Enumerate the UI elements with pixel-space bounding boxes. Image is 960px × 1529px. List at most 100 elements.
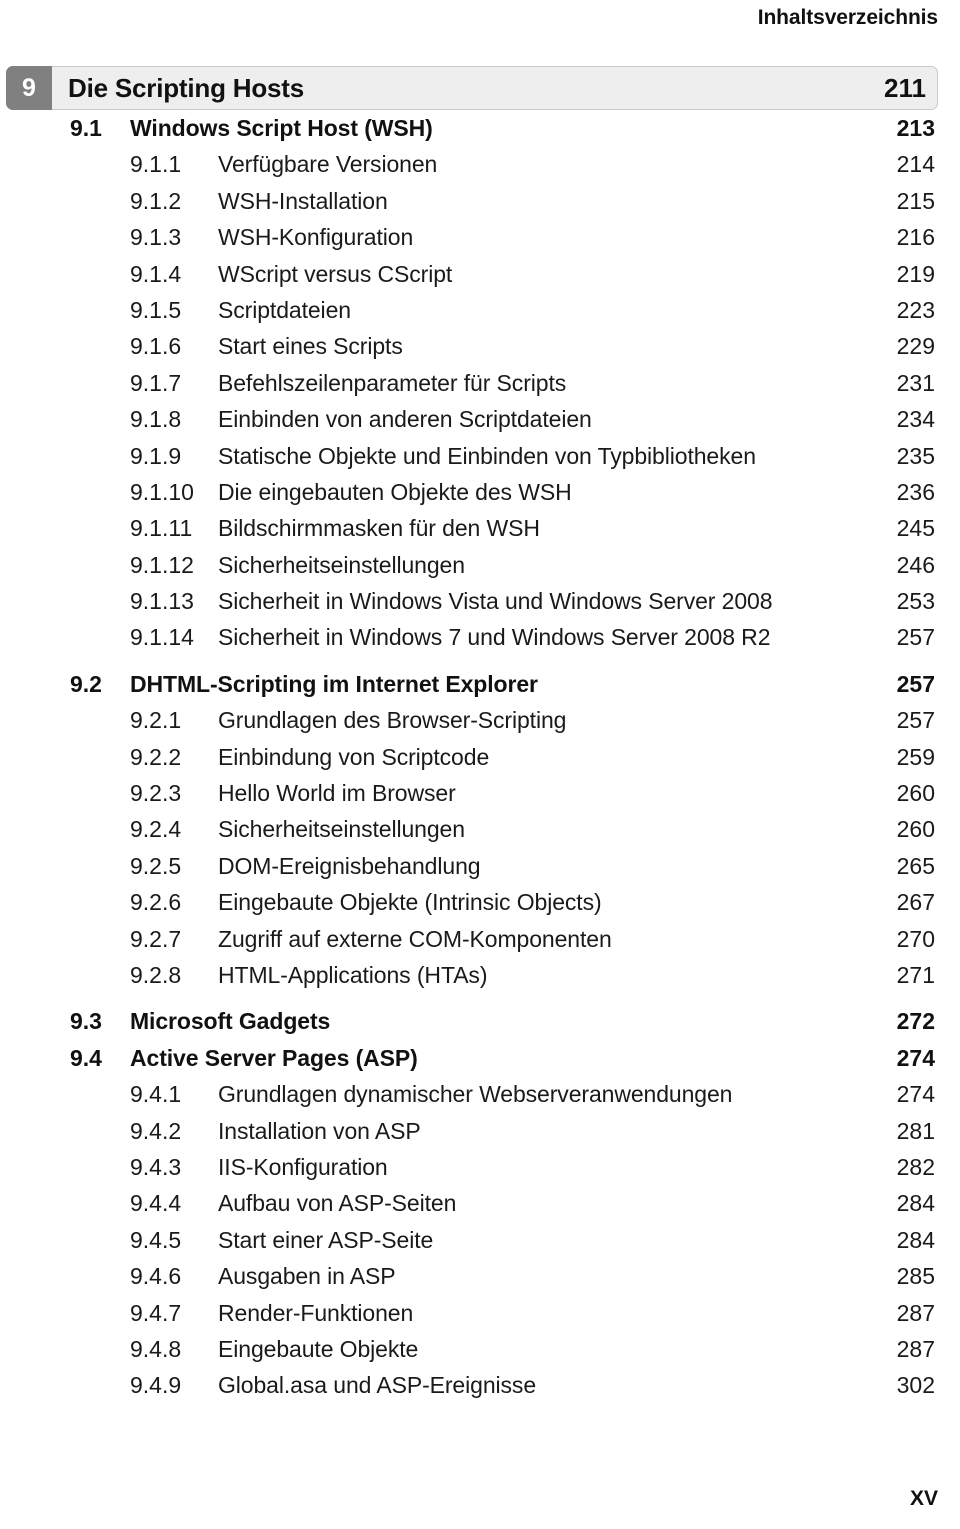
toc-entry[interactable]: 9.1.8 Einbinden von anderen Scriptdateien…	[0, 401, 960, 437]
toc-entry-title: IIS-Konfiguration	[218, 1153, 388, 1180]
toc-entry-title: WScript versus CScript	[218, 260, 453, 287]
toc-entry-title: Statische Objekte und Einbinden von Typb…	[218, 442, 756, 469]
toc-entry-number: 9.2	[70, 670, 102, 697]
toc-entry[interactable]: 9.4.1 Grundlagen dynamischer Webserveranw…	[0, 1076, 960, 1112]
toc-entry-page: 235	[896, 442, 935, 469]
toc-entry[interactable]: 9.2.3 Hello World im Browser 260	[0, 775, 960, 811]
toc-entry-number: 9.1.11	[130, 515, 193, 542]
toc-entry-page: 259	[896, 743, 935, 770]
toc-entry-number: 9.1.3	[130, 224, 182, 251]
toc-entry-title: Global.asa und ASP-Ereignisse	[218, 1372, 537, 1399]
toc-entry-page: 274	[896, 1044, 935, 1071]
toc-entry-number: 9.1.14	[130, 624, 194, 651]
toc-entry-title: Die eingebauten Objekte des WSH	[218, 478, 572, 505]
toc-entry[interactable]: 9.2.5 DOM-Ereignisbehandlung 265	[0, 848, 960, 884]
toc-entry-page: 282	[896, 1153, 935, 1180]
toc-entry-page: 257	[896, 624, 935, 651]
toc-entry-title: WSH-Installation	[218, 187, 388, 214]
toc-entry-page: 270	[896, 925, 935, 952]
toc-entry-number: 9.2.3	[130, 780, 182, 807]
toc-entry-title: Bildschirmmasken für den WSH	[218, 515, 540, 542]
toc-entry[interactable]: 9.4.4 Aufbau von ASP-Seiten 284	[0, 1185, 960, 1221]
toc-entry-number: 9.1.8	[130, 406, 182, 433]
toc-entry[interactable]: 9.4.8 Eingebaute Objekte 287	[0, 1331, 960, 1367]
toc-entry[interactable]: 9.1.6 Start eines Scripts 229	[0, 328, 960, 364]
toc-entry-title: Sicherheitseinstellungen	[218, 551, 465, 578]
toc-entry[interactable]: 9.4.5 Start einer ASP-Seite 284	[0, 1222, 960, 1258]
toc-entry-number: 9.2.8	[130, 961, 182, 988]
toc-entry[interactable]: 9.1.11 Bildschirmmasken für den WSH 245	[0, 510, 960, 546]
toc-entry-number: 9.1.7	[130, 369, 182, 396]
toc-entry-page: 231	[896, 369, 935, 396]
toc-entry[interactable]: 9.2.6 Eingebaute Objekte (Intrinsic Objec…	[0, 884, 960, 920]
toc-entry[interactable]: 9.2.4 Sicherheitseinstellungen 260	[0, 811, 960, 847]
toc-entry[interactable]: 9.1.3 WSH-Konfiguration 216	[0, 219, 960, 255]
toc-entry-title: Ausgaben in ASP	[218, 1263, 396, 1290]
chapter-page-number: 211	[884, 72, 926, 103]
toc-entry-title: Windows Script Host (WSH)	[130, 115, 433, 141]
toc-entry[interactable]: 9.1.1 Verfügbare Versionen 214	[0, 146, 960, 182]
toc-entry[interactable]: 9.1.7 Befehlszeilenparameter für Scripts 2…	[0, 365, 960, 401]
chapter-title: Die Scripting Hosts	[68, 72, 305, 103]
toc-entry-title: Grundlagen des Browser-Scripting	[218, 707, 567, 734]
running-head: Inhaltsverzeichnis	[757, 6, 938, 29]
toc-entry-title: Sicherheitseinstellungen	[218, 816, 465, 843]
toc-entry-title: HTML-Applications (HTAs)	[218, 961, 488, 988]
toc-entry-title: Zugriff auf externe COM-Komponenten	[218, 925, 612, 952]
toc-entry[interactable]: 9.1 Windows Script Host (WSH) 213	[0, 110, 960, 146]
toc-entry-page: 272	[896, 1008, 935, 1035]
toc-entry-number: 9.1.12	[130, 551, 194, 578]
toc-entry-page: 265	[896, 852, 935, 879]
toc-entry[interactable]: 9.1.10 Die eingebauten Objekte des WSH 236	[0, 474, 960, 510]
toc-entry[interactable]: 9.1.13 Sicherheit in Windows Vista und Wi…	[0, 583, 960, 619]
toc-entry-page: 223	[896, 296, 935, 323]
toc-entry[interactable]: 9.4.2 Installation von ASP 281	[0, 1113, 960, 1149]
toc-entry[interactable]: 9.2.2 Einbindung von Scriptcode 259	[0, 739, 960, 775]
toc-entry-number: 9.3	[70, 1008, 102, 1035]
toc-entry-page: 219	[896, 260, 935, 287]
toc-entry-number: 9.2.7	[130, 925, 182, 952]
toc-entry[interactable]: 9.2.8 HTML-Applications (HTAs) 271	[0, 957, 960, 993]
toc-entry-title: Eingebaute Objekte (Intrinsic Objects)	[218, 889, 602, 916]
toc-entry-page: 234	[896, 406, 935, 433]
toc-entry[interactable]: 9.4.7 Render-Funktionen 287	[0, 1295, 960, 1331]
toc-entry-number: 9.2.1	[130, 707, 182, 734]
toc-entry[interactable]: 9.3 Microsoft Gadgets 272	[0, 1003, 960, 1039]
toc-entry-number: 9.2.2	[130, 743, 182, 770]
toc-entry-page: 267	[896, 889, 935, 916]
toc-entry-page: 260	[896, 816, 935, 843]
toc-entry[interactable]: 9.1.4 WScript versus CScript 219	[0, 256, 960, 292]
toc-entry[interactable]: 9.1.5 Scriptdateien 223	[0, 292, 960, 328]
toc-entry[interactable]: 9.1.9 Statische Objekte und Einbinden von…	[0, 438, 960, 474]
toc-entry[interactable]: 9.1.12 Sicherheitseinstellungen 246	[0, 547, 960, 583]
toc-entry[interactable]: 9.4.3 IIS-Konfiguration 282	[0, 1149, 960, 1185]
toc-entry-title: Hello World im Browser	[218, 780, 456, 807]
toc-entry-page: 284	[896, 1190, 935, 1217]
toc-entry-page: 216	[896, 224, 935, 251]
toc-entry[interactable]: 9.2.1 Grundlagen des Browser-Scripting 257	[0, 702, 960, 738]
toc-entry[interactable]: 9.4.9 Global.asa und ASP-Ereignisse 302	[0, 1367, 960, 1403]
toc-entry[interactable]: 9.2.7 Zugriff auf externe COM-Komponenten…	[0, 921, 960, 957]
toc-entry-number: 9.1.9	[130, 442, 182, 469]
folio-page-number: XV	[909, 1487, 938, 1510]
toc-entry-number: 9.1.6	[130, 333, 182, 360]
toc-entry-page: 257	[896, 670, 935, 697]
toc-entry-title: Render-Funktionen	[218, 1299, 414, 1326]
toc-entry[interactable]: 9.1.2 WSH-Installation 215	[0, 183, 960, 219]
toc-entry[interactable]: 9.4.6 Ausgaben in ASP 285	[0, 1258, 960, 1294]
toc-entry-number: 9.4.9	[130, 1372, 182, 1399]
toc-entry[interactable]: 9.2 DHTML-Scripting im Internet Explorer 2…	[0, 666, 960, 702]
toc-entry-page: 285	[896, 1263, 935, 1290]
toc-entry[interactable]: 9.1.14 Sicherheit in Windows 7 und Window…	[0, 619, 960, 655]
toc-list: 9.1 Windows Script Host (WSH) 213 9.1.1 Verf…	[0, 110, 960, 1404]
toc-entry-page: 215	[896, 187, 935, 214]
toc-entry-page: 287	[896, 1299, 935, 1326]
toc-entry-page: 284	[896, 1226, 935, 1253]
toc-entry-number: 9.1	[70, 115, 102, 141]
toc-entry-title: Installation von ASP	[218, 1117, 421, 1144]
toc-entry-number: 9.4.8	[130, 1335, 182, 1362]
toc-entry-number: 9.1.5	[130, 296, 182, 323]
toc-entry-title: Befehlszeilenparameter für Scripts	[218, 369, 567, 396]
toc-entry-page: 214	[896, 151, 935, 178]
toc-entry[interactable]: 9.4 Active Server Pages (ASP) 274	[0, 1040, 960, 1076]
